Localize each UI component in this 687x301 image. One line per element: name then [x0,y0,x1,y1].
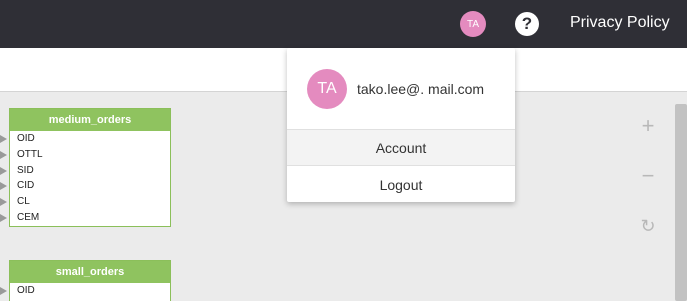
relation-arrow-icon [0,287,7,295]
table-column: CL [0,194,170,210]
relation-arrow-icon [0,182,7,191]
zoom-out-icon[interactable]: − [636,163,660,188]
reset-view-icon[interactable]: ↻ [636,214,660,238]
table-title: small_orders [10,261,170,283]
logout-menu-item[interactable]: Logout [287,166,515,203]
user-email: tako.lee@. mail.com [357,81,485,97]
relation-arrow-icon [0,166,7,175]
column-name: OID [17,133,35,144]
user-avatar-button[interactable]: TA [460,11,486,37]
relation-arrow-icon [0,213,7,222]
table-small-orders[interactable]: small_orders OID [0,260,171,301]
privacy-policy-link[interactable]: Privacy Policy [570,14,670,32]
account-menu-item[interactable]: Account [287,129,515,166]
user-info: TA tako.lee@. mail.com [287,48,515,129]
help-icon[interactable]: ? [515,12,539,36]
table-column: CEM [0,210,170,226]
top-navigation-bar: TA ? Privacy Policy [0,0,687,48]
table-column: SID [0,163,170,179]
table-column: OID [0,131,170,147]
column-name: SID [17,164,34,176]
table-column: OID [0,283,170,299]
column-name: OID [17,285,35,296]
table-title: medium_orders [10,109,170,131]
table-column: CID [0,178,170,194]
scrollbar-thumb[interactable] [675,104,687,301]
relation-arrow-icon [0,198,7,207]
avatar: TA [307,69,347,109]
table-column: OTTL [0,147,170,163]
zoom-in-icon[interactable]: + [636,113,660,138]
table-medium-orders[interactable]: medium_orders OID OTTL SID CID CL CEM [0,108,171,227]
user-dropdown-menu: TA tako.lee@. mail.com Account Logout [287,48,515,202]
column-name: CEM [17,211,40,223]
column-name: OTTL [17,148,43,160]
relation-arrow-icon [0,135,7,143]
column-name: CL [17,196,30,208]
relation-arrow-icon [0,150,7,159]
column-name: CID [17,180,35,192]
